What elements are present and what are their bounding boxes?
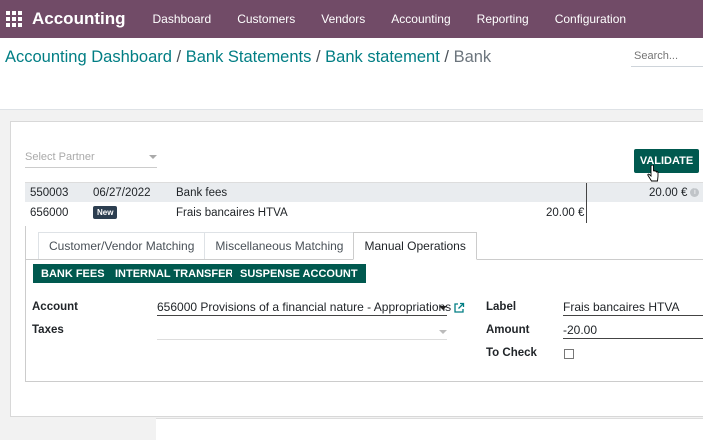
app-title[interactable]: Accounting <box>32 9 126 29</box>
column-divider <box>586 203 587 223</box>
account-field[interactable]: 656000 Provisions of a financial nature … <box>157 298 451 316</box>
select-partner-placeholder: Select Partner <box>25 151 95 163</box>
menu-customers[interactable]: Customers <box>224 12 308 26</box>
line-label: Frais bancaires HTVA <box>176 207 288 219</box>
taxes-label: Taxes <box>32 324 64 336</box>
reconciliation-sheet: Select Partner VALIDATE 550003 06/27/202… <box>10 121 703 417</box>
label-field[interactable]: Frais bancaires HTVA <box>563 298 703 316</box>
top-navbar: Accounting Dashboard Customers Vendors A… <box>0 0 703 38</box>
breadcrumb-separator: / <box>444 48 454 66</box>
notebook-tabs: Customer/Vendor Matching Miscellaneous M… <box>38 232 477 260</box>
tab-miscellaneous-matching[interactable]: Miscellaneous Matching <box>204 232 355 259</box>
breadcrumb-bank-statement[interactable]: Bank statement <box>325 48 440 66</box>
column-divider <box>586 183 587 203</box>
breadcrumb-separator: / <box>315 48 326 66</box>
chevron-down-icon[interactable] <box>439 306 447 310</box>
pointer-cursor-icon <box>647 165 659 182</box>
external-link-icon[interactable] <box>453 302 465 314</box>
bank-fees-button[interactable]: BANK FEES <box>33 264 113 283</box>
amount-field[interactable]: -20.00 <box>563 321 703 339</box>
to-check-label: To Check <box>486 347 537 359</box>
menu-vendors[interactable]: Vendors <box>308 12 378 26</box>
validate-button[interactable]: VALIDATE <box>634 149 699 173</box>
chevron-down-icon[interactable] <box>439 330 447 334</box>
breadcrumb-bank-statements[interactable]: Bank Statements <box>186 48 312 66</box>
line-label: Bank fees <box>176 187 228 199</box>
line-account: 656000 <box>30 207 69 219</box>
menu-configuration[interactable]: Configuration <box>542 12 639 26</box>
control-panel: Accounting Dashboard / Bank Statements /… <box>0 38 703 110</box>
menu-reporting[interactable]: Reporting <box>464 12 542 26</box>
select-partner-field[interactable]: Select Partner <box>25 150 157 168</box>
line-account: 550003 <box>30 187 69 199</box>
account-label: Account <box>32 301 78 313</box>
account-value: 656000 Provisions of a financial nature … <box>157 300 452 314</box>
tab-customer-vendor-matching[interactable]: Customer/Vendor Matching <box>38 232 206 259</box>
amount-value: -20.00 <box>563 323 598 337</box>
search-input[interactable] <box>631 45 703 67</box>
breadcrumb-accounting-dashboard[interactable]: Accounting Dashboard <box>5 48 172 66</box>
chevron-down-icon <box>149 155 157 159</box>
menu-dashboard[interactable]: Dashboard <box>140 12 225 26</box>
taxes-field[interactable] <box>157 322 447 340</box>
menu-accounting[interactable]: Accounting <box>378 12 463 26</box>
line-amount: 20.00 € <box>546 207 585 219</box>
suspense-account-button[interactable]: SUSPENSE ACCOUNT <box>232 264 366 283</box>
line-date: 06/27/2022 <box>93 187 151 199</box>
apps-grid-icon[interactable] <box>6 11 22 27</box>
label-value: Frais bancaires HTVA <box>563 300 680 314</box>
statement-line-row[interactable]: 550003 06/27/2022 Bank fees 20.00 € i <box>25 182 703 203</box>
breadcrumb-current: Bank <box>453 48 492 66</box>
line-balance-amount: 20.00 € <box>649 187 688 199</box>
new-badge: New <box>93 206 118 219</box>
line-balance: 20.00 € i <box>649 187 700 199</box>
breadcrumb: Accounting Dashboard / Bank Statements /… <box>5 48 491 67</box>
breadcrumb-separator: / <box>176 48 186 66</box>
to-check-checkbox[interactable] <box>564 349 574 359</box>
footer-bar <box>156 418 703 440</box>
internal-transfer-button[interactable]: INTERNAL TRANSFER <box>107 264 242 283</box>
info-icon[interactable]: i <box>690 188 700 198</box>
label-label: Label <box>486 301 517 313</box>
tab-manual-operations[interactable]: Manual Operations <box>353 232 477 260</box>
proposition-line-row[interactable]: 656000 New Frais bancaires HTVA 20.00 € <box>25 203 703 223</box>
amount-label: Amount <box>486 324 530 336</box>
